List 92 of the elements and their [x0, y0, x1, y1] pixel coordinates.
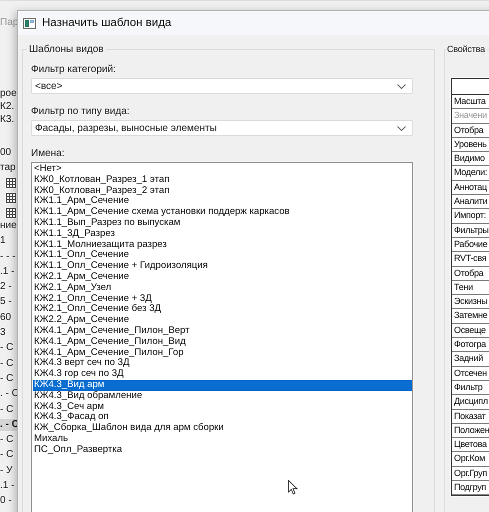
table-cell: Цветова: [452, 438, 489, 452]
list-item[interactable]: КЖ4.3_Фасад оп: [33, 412, 412, 424]
list-item[interactable]: КЖ4.3_Вид арм: [33, 380, 412, 391]
table-cell: Импорт:: [452, 209, 489, 224]
list-item[interactable]: КЖ1.1_Арм_Сечение: [33, 196, 412, 208]
view-type-dropdown[interactable]: Фасады, разрезы, выносные элементы: [31, 120, 413, 136]
list-item[interactable]: КЖ2.1_Арм_Узел: [33, 282, 412, 294]
browser-item[interactable]: .1 -: [0, 480, 16, 492]
browser-item[interactable]: - - -: [0, 250, 18, 263]
table-cell: Орг.Ком: [452, 452, 489, 467]
table-cell: Рабочие: [452, 238, 489, 252]
table-cell: Положен: [452, 424, 489, 438]
app-icon: [23, 18, 36, 28]
table-cell: Освеще: [452, 324, 489, 338]
table-cell: Аннотац: [452, 180, 489, 196]
list-item[interactable]: КЖ4.1_Арм_Сечение_Пилон_Вид: [33, 336, 412, 348]
table-cell: Показат: [452, 410, 489, 424]
list-item[interactable]: ПС_Опл_Развертка: [33, 444, 412, 456]
list-item[interactable]: КЖ2.1_Арм_Сечение: [33, 272, 412, 283]
field-label: Имена:: [31, 148, 66, 159]
browser-item[interactable]: 3: [0, 327, 8, 340]
table-cell: Фильтры: [452, 224, 489, 238]
table-cell: Орг.Груп: [452, 466, 489, 482]
browser-item[interactable]: 00: [0, 147, 14, 159]
table-icon: [6, 193, 16, 203]
table-cell: Аналити: [452, 195, 489, 210]
list-item[interactable]: КЖ1.1_Опл_Сечение: [33, 250, 412, 262]
table-cell: Уровень: [452, 138, 489, 152]
browser-item[interactable]: - С: [0, 404, 16, 416]
field-label: Фильтр по типу вида:: [31, 106, 131, 117]
list-item[interactable]: КЖ4.3 верт сеч по 3Д: [33, 358, 412, 370]
browser-item[interactable]: К2.: [0, 101, 16, 113]
table-cell: Фильтр: [452, 380, 489, 396]
list-item[interactable]: КЖ1.1_Арм_Сечение схема установки поддерж каркасов: [33, 207, 412, 218]
table-cell: RVT-свя: [452, 252, 489, 267]
list-item[interactable]: КЖ2.1_Опл_Сечение без 3Д: [33, 304, 412, 316]
category-dropdown[interactable]: <все>: [31, 78, 413, 94]
table-cell: Отобра: [452, 266, 489, 281]
table-cell: Тени: [452, 280, 489, 296]
chevron-down-icon: [397, 84, 406, 88]
list-item[interactable]: КЖ4.3_Вид обрамление: [33, 390, 412, 402]
browser-item[interactable]: 2 -: [0, 281, 14, 294]
table-cell: Масшта: [452, 95, 489, 110]
table-icon: [6, 208, 16, 218]
window-title: Назначить шаблон вида: [42, 17, 172, 29]
group-title: Свойства: [445, 44, 487, 54]
browser-item[interactable]: ние: [0, 220, 19, 232]
table-cell: Модели:: [452, 166, 489, 181]
browser-item[interactable]: - С: [0, 372, 16, 385]
table-cell: Задний: [452, 352, 489, 367]
list-item[interactable]: КЖ4.1_Арм_Сечение_Пилон_Гор: [33, 348, 412, 358]
list-item[interactable]: КЖ0_Котлован_Разрез_2 этап: [33, 186, 412, 196]
browser-item[interactable]: 1: [0, 235, 8, 248]
browser-item[interactable]: 0 -: [0, 495, 14, 508]
table-cell: Эскизны: [452, 295, 489, 310]
list-item[interactable]: КЖ_Сборка_Шаблон вида для арм сборки: [33, 423, 412, 434]
list-item[interactable]: КЖ4.3 гор сеч по 3Д: [33, 369, 412, 380]
browser-item[interactable]: - С: [0, 358, 16, 370]
list-item[interactable]: Михаль: [33, 434, 412, 445]
list-item[interactable]: КЖ1.1_3Д_Разрез: [33, 228, 412, 240]
table-cell: Значени: [452, 109, 489, 124]
field-label: Фильтр категорий:: [31, 64, 117, 75]
table-cell: Дисципл: [452, 395, 489, 410]
table-icon: [6, 178, 16, 188]
browser-item[interactable]: тар: [0, 162, 18, 174]
list-item[interactable]: КЖ4.1_Арм_Сечение_Пилон_Верт: [33, 326, 412, 337]
list-item[interactable]: КЖ1.1_Опл_Сечение + Гидроизоляция: [33, 261, 412, 272]
list-item[interactable]: КЖ1.1_Вып_Разрез по выпускам: [33, 218, 412, 229]
browser-item[interactable]: - С: [0, 342, 16, 354]
browser-item[interactable]: К3.: [0, 114, 16, 126]
chevron-down-icon: [397, 126, 406, 130]
group-title: Шаблоны видов: [27, 44, 106, 55]
list-item[interactable]: КЖ2.1_Опл_Сечение + 3Д: [33, 294, 412, 304]
browser-item[interactable]: .1 -: [0, 266, 16, 278]
browser-item[interactable]: 60: [0, 312, 14, 324]
table-cell: Фотогра: [452, 338, 489, 352]
table-cell: Затемне: [452, 309, 489, 324]
list-item[interactable]: КЖ4.3_Сеч арм: [33, 402, 412, 412]
table-cell: Подгруп: [452, 481, 489, 496]
list-item[interactable]: КЖ2.2_Арм_Сечение: [33, 315, 412, 326]
table-cell: Отсечен: [452, 366, 489, 381]
list-item[interactable]: КЖ1.1_Молниезащита разрез: [33, 240, 412, 250]
browser-item[interactable]: - С: [0, 449, 16, 462]
table-cell: Видимо: [452, 152, 489, 166]
browser-item[interactable]: 5 -: [0, 296, 14, 308]
table-cell: Отобра: [452, 124, 489, 138]
mouse-cursor-icon: [288, 480, 298, 495]
list-item[interactable]: КЖ0_Котлован_Разрез_1 этап: [33, 174, 412, 186]
browser-item[interactable]: - У: [0, 464, 14, 477]
list-item[interactable]: <Нет>: [33, 164, 412, 175]
browser-item[interactable]: рое: [0, 88, 19, 100]
browser-item[interactable]: - С: [0, 434, 16, 446]
